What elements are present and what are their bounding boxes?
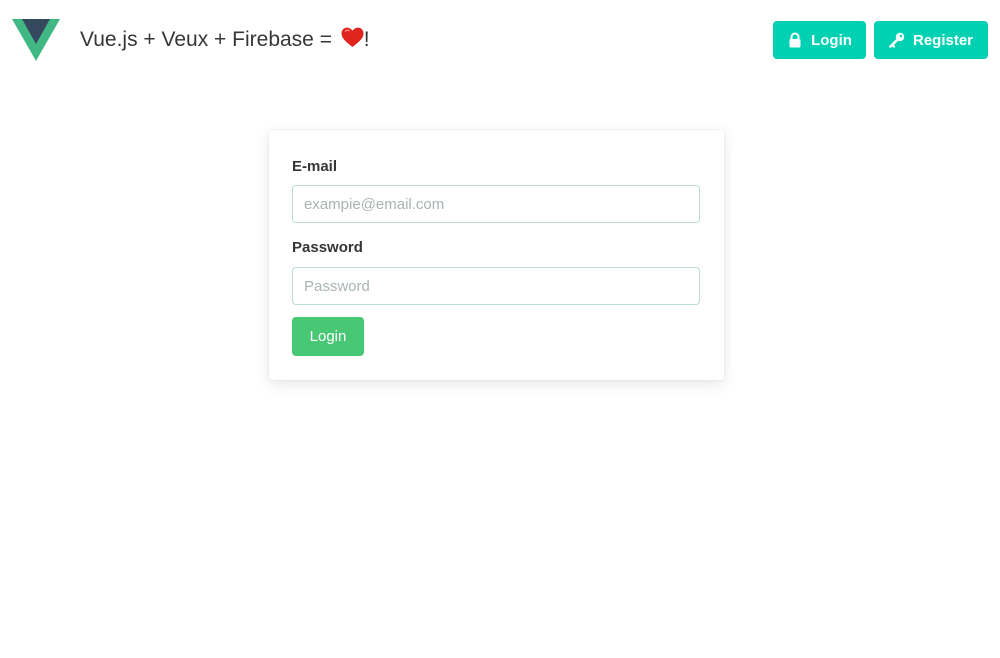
- heart-icon: [341, 27, 364, 48]
- email-field[interactable]: [292, 185, 700, 223]
- register-button-label: Register: [912, 31, 974, 49]
- register-button[interactable]: Register: [874, 21, 988, 59]
- vue-logo-icon[interactable]: [12, 19, 60, 61]
- login-button[interactable]: Login: [773, 21, 866, 59]
- login-card: E-mail Password Login: [269, 130, 724, 380]
- password-label: Password: [292, 239, 363, 256]
- password-field[interactable]: [292, 267, 700, 305]
- navbar: Vue.js + Veux + Firebase = ! Login Regis…: [0, 0, 1000, 82]
- title-suffix: !: [363, 28, 370, 51]
- lock-icon: [787, 32, 803, 48]
- page-title: Vue.js + Veux + Firebase = !: [80, 25, 370, 55]
- title-text: Vue.js + Veux + Firebase =: [80, 28, 338, 51]
- email-label: E-mail: [292, 158, 338, 175]
- login-button-label: Login: [811, 31, 852, 49]
- submit-login-button[interactable]: Login: [292, 317, 364, 356]
- key-icon: [889, 32, 905, 48]
